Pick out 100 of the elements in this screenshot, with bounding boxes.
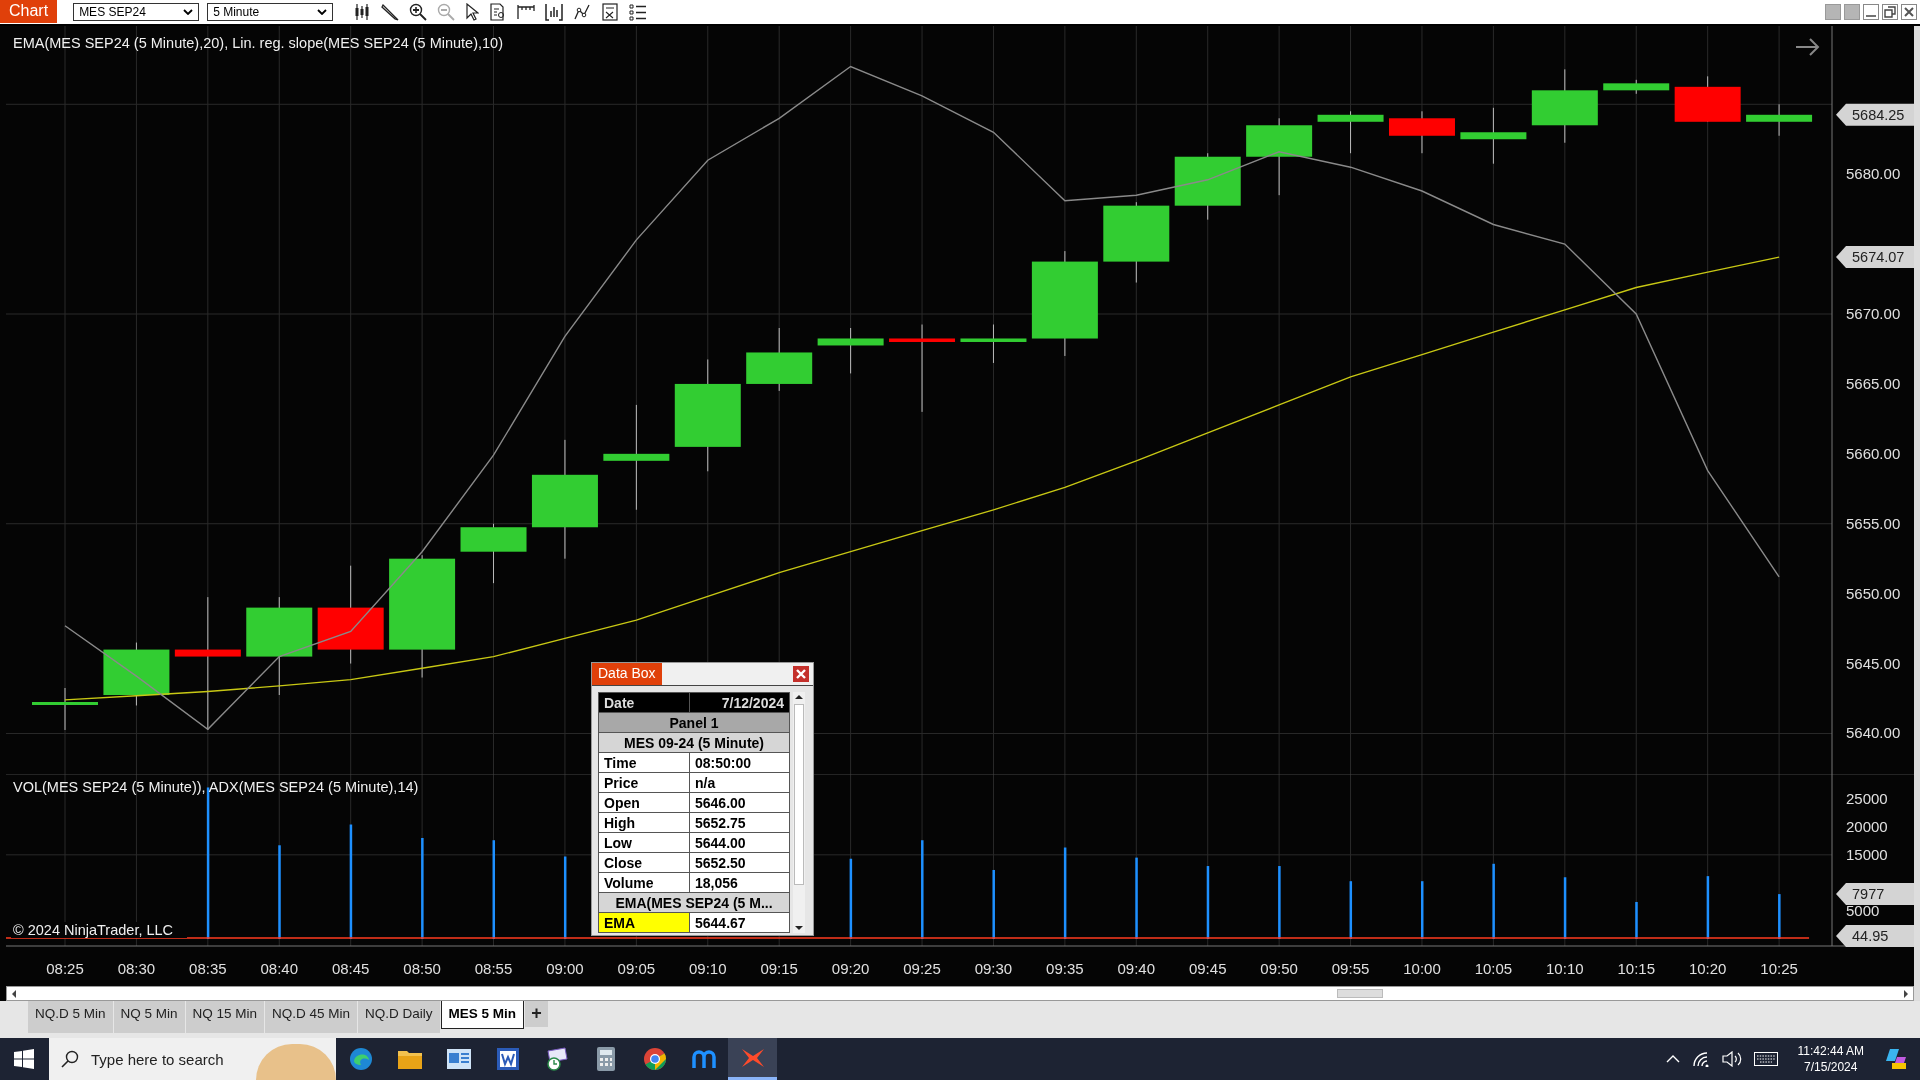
keyboard-icon[interactable] bbox=[1753, 1052, 1778, 1066]
table-cell: Low bbox=[598, 832, 690, 853]
candlestick bbox=[960, 324, 1027, 364]
clock-date[interactable]: 7/15/2024 bbox=[1804, 1060, 1858, 1074]
table-cell: 7/12/2024 bbox=[689, 692, 790, 713]
volume-icon[interactable] bbox=[1721, 1051, 1742, 1067]
ruler-icon[interactable] bbox=[517, 3, 536, 21]
chart-tab[interactable]: NQ.D 5 Min bbox=[28, 1001, 113, 1033]
candlestick bbox=[32, 687, 98, 731]
candlestick bbox=[817, 327, 884, 374]
candlestick bbox=[1746, 103, 1813, 137]
close-icon[interactable] bbox=[1901, 4, 1917, 20]
interval-dropdown[interactable]: 5 Minute bbox=[207, 3, 334, 21]
start-icon[interactable] bbox=[14, 1049, 34, 1069]
restore-icon[interactable] bbox=[1882, 4, 1898, 20]
chart-tab[interactable]: NQ.D Daily bbox=[358, 1001, 440, 1033]
arch-icon bbox=[691, 1049, 716, 1069]
axis-label: 20000 bbox=[1846, 817, 1888, 835]
table-cell: Volume bbox=[598, 872, 690, 893]
volume-bar bbox=[992, 869, 995, 939]
scroll-thumb[interactable] bbox=[1337, 989, 1383, 998]
table-cell: Price bbox=[598, 772, 690, 793]
ema-marker: 5674.07 bbox=[1836, 246, 1914, 269]
time-label: 08:45 bbox=[331, 960, 370, 977]
time-label: 09:55 bbox=[1331, 960, 1370, 977]
time-label: 09:40 bbox=[1117, 960, 1156, 977]
candlestick bbox=[1174, 152, 1241, 221]
candlestick bbox=[1460, 107, 1527, 165]
time-label: 09:50 bbox=[1260, 960, 1298, 977]
copilot-icon[interactable] bbox=[1884, 1047, 1908, 1071]
candlestick bbox=[746, 327, 813, 392]
add-tab-button[interactable]: + bbox=[525, 1001, 548, 1027]
volume-bar bbox=[1563, 877, 1567, 939]
chevron-up-icon[interactable] bbox=[1665, 1054, 1680, 1064]
minimize-icon[interactable] bbox=[1863, 4, 1879, 20]
table-cell: Panel 1 bbox=[598, 712, 790, 733]
calculator-icon bbox=[596, 1047, 615, 1071]
indicator-title: VOL(MES SEP24 (5 Minute)), ADX(MES SEP24 (5 Minute),14) bbox=[13, 779, 419, 795]
time-label: 09:35 bbox=[1046, 960, 1084, 977]
time-label: 09:05 bbox=[617, 960, 656, 977]
properties-icon[interactable] bbox=[601, 3, 620, 21]
window-icon bbox=[446, 1049, 471, 1069]
pencil-icon[interactable] bbox=[381, 3, 400, 21]
adx-marker: 44.95 bbox=[1836, 925, 1914, 947]
line-chart-icon[interactable] bbox=[573, 3, 592, 21]
chart-tab[interactable]: NQ.D 45 Min bbox=[265, 1001, 358, 1033]
time-label: 09:15 bbox=[760, 960, 798, 977]
candlestick bbox=[1389, 110, 1455, 154]
candlestick bbox=[103, 642, 170, 706]
axis-label: 25000 bbox=[1846, 789, 1888, 807]
time-label: 09:45 bbox=[1188, 960, 1227, 977]
scroll-down-icon[interactable] bbox=[795, 925, 803, 931]
time-label: 08:25 bbox=[46, 960, 84, 977]
zoom-in-icon[interactable] bbox=[409, 3, 428, 21]
envelope-clock-icon bbox=[544, 1047, 569, 1071]
time-label: 09:00 bbox=[546, 960, 584, 977]
edge-browser-icon bbox=[348, 1047, 373, 1071]
time-label: 10:20 bbox=[1688, 960, 1727, 977]
chevron-down-icon bbox=[183, 9, 194, 15]
candlestick bbox=[1317, 110, 1384, 154]
chart-tab[interactable]: MES 5 Min bbox=[440, 1001, 525, 1029]
clock-time[interactable]: 11:42:44 AM bbox=[1797, 1044, 1864, 1058]
vertical-scrollbar[interactable] bbox=[793, 692, 805, 933]
bar-chart-icon[interactable] bbox=[545, 3, 564, 21]
horizontal-scrollbar[interactable] bbox=[6, 986, 1914, 1001]
list-icon[interactable] bbox=[629, 3, 648, 21]
time-label: 10:05 bbox=[1474, 960, 1513, 977]
instrument-dropdown[interactable]: MES SEP24 bbox=[73, 3, 200, 21]
search-field[interactable]: Type here to search bbox=[49, 1038, 336, 1080]
price-marker: 5684.25 bbox=[1836, 103, 1914, 126]
axis-label: 5655.00 bbox=[1846, 514, 1901, 532]
arrow-icon[interactable] bbox=[1795, 38, 1820, 56]
axis-label: 5660.00 bbox=[1846, 444, 1901, 462]
time-label: 08:40 bbox=[260, 960, 299, 977]
table-cell: EMA(MES SEP24 (5 M... bbox=[598, 892, 790, 913]
close-icon[interactable] bbox=[793, 666, 809, 682]
candlestick-icon[interactable] bbox=[353, 3, 372, 21]
chart-title: Chart bbox=[0, 0, 58, 23]
time-label: 08:55 bbox=[474, 960, 513, 977]
time-label: 10:15 bbox=[1617, 960, 1655, 977]
chart-tab[interactable]: NQ 15 Min bbox=[185, 1001, 265, 1033]
chevron-down-icon bbox=[317, 9, 328, 15]
axis-label: 5645.00 bbox=[1846, 654, 1901, 672]
pointer-icon[interactable] bbox=[465, 3, 480, 21]
scroll-left-icon[interactable] bbox=[10, 988, 18, 999]
table-cell: Open bbox=[598, 792, 690, 813]
chart-tab[interactable]: NQ 5 Min bbox=[113, 1001, 185, 1033]
table-cell: High bbox=[598, 812, 690, 833]
time-label: 08:35 bbox=[189, 960, 227, 977]
wifi-icon[interactable] bbox=[1691, 1051, 1710, 1067]
candlestick bbox=[460, 523, 527, 584]
scroll-right-icon[interactable] bbox=[1902, 988, 1910, 999]
candlestick bbox=[1674, 75, 1741, 123]
time-label: 10:10 bbox=[1546, 960, 1584, 977]
volume-bar bbox=[1778, 894, 1781, 939]
volume-bar bbox=[1349, 881, 1353, 939]
scroll-up-icon[interactable] bbox=[795, 694, 803, 700]
candlestick bbox=[1603, 79, 1670, 95]
volume-marker: 7977 bbox=[1836, 883, 1914, 906]
axis-label: 15000 bbox=[1846, 845, 1888, 863]
